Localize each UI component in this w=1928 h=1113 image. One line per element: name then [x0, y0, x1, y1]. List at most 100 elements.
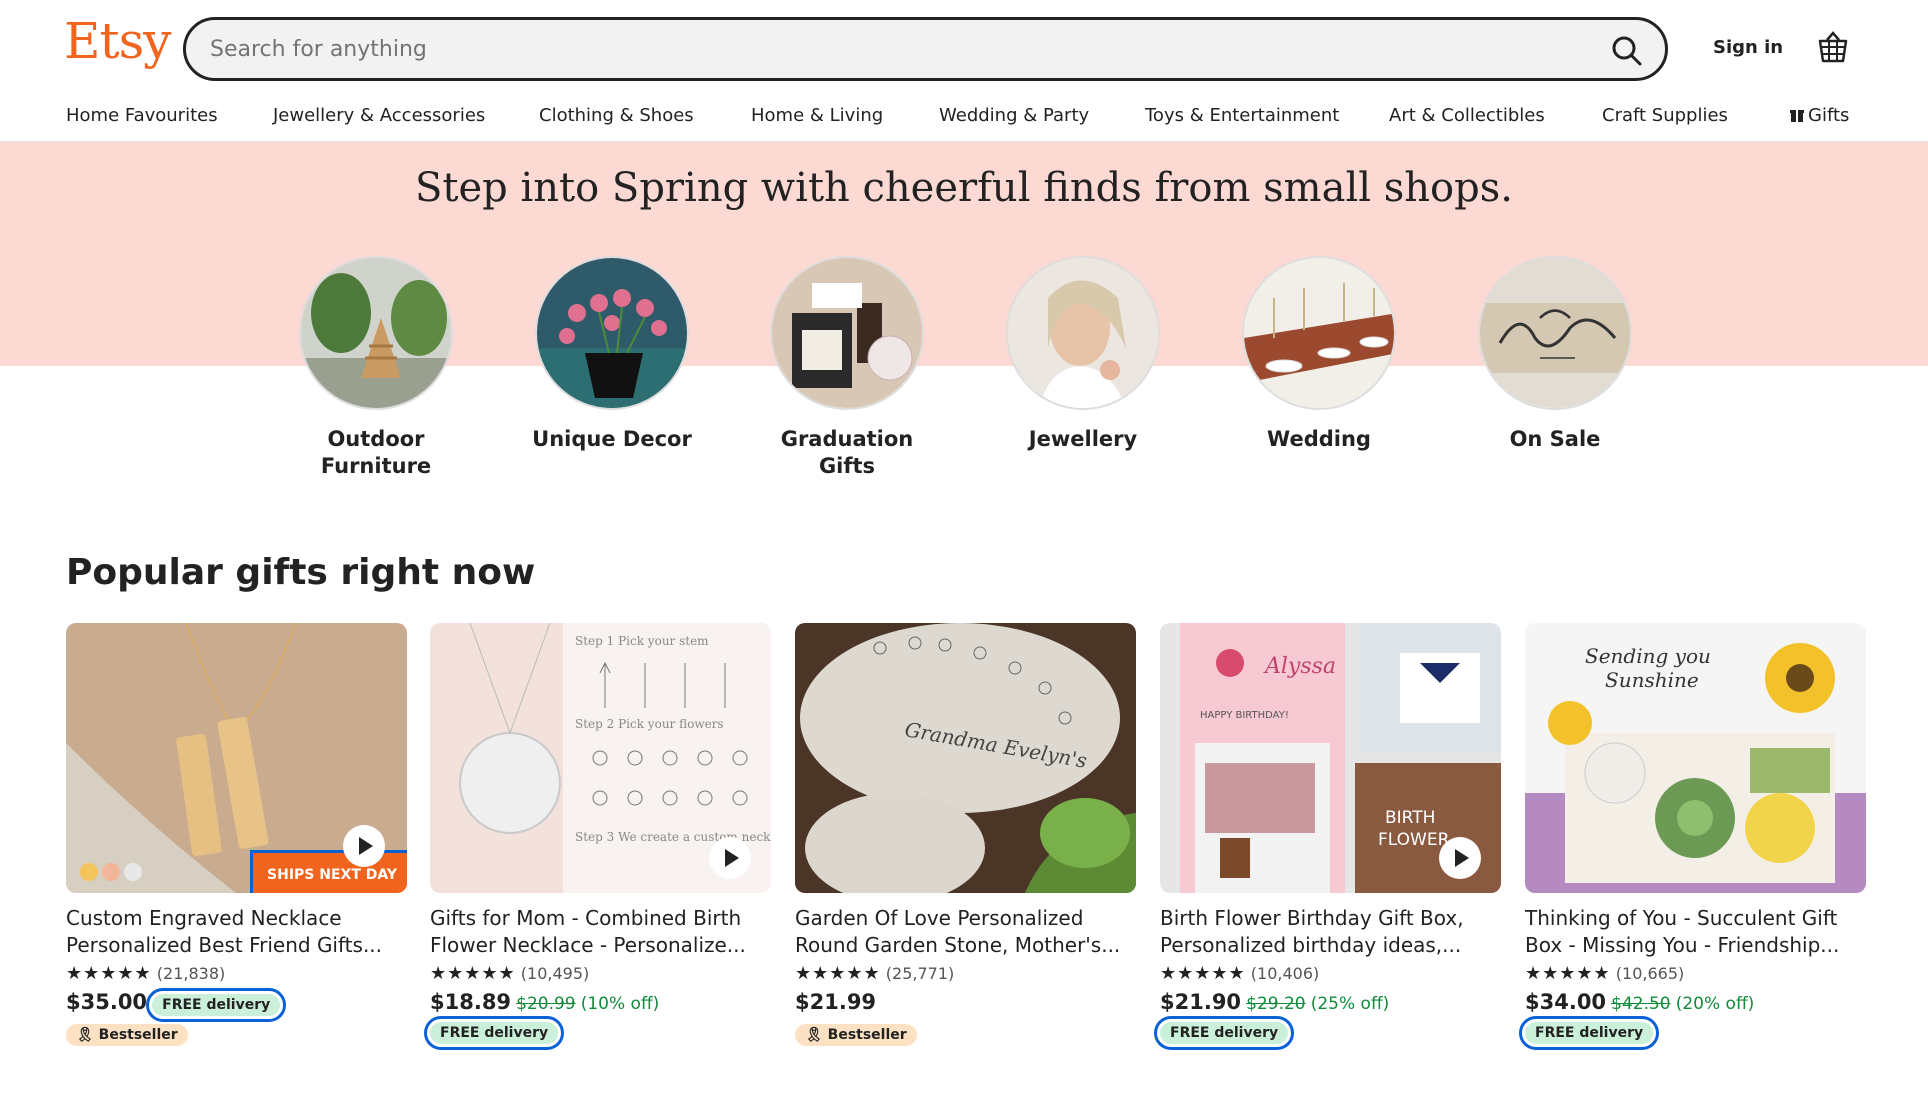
product-rating: ★★★★★ (10,406)	[1160, 963, 1501, 987]
play-video-icon[interactable]	[709, 837, 751, 879]
category-label: Outdoor Furniture	[320, 427, 432, 478]
svg-text:FLOWER: FLOWER	[1378, 830, 1450, 850]
product-title[interactable]: Garden Of Love Personalized Round Garden…	[795, 905, 1136, 959]
color-swatches[interactable]	[80, 863, 146, 885]
svg-text:HAPPY BIRTHDAY!: HAPPY BIRTHDAY!	[1200, 710, 1289, 721]
nav-gifts-label: Gifts	[1808, 105, 1850, 126]
category-image	[299, 256, 453, 410]
nav-gifts[interactable]: Gifts	[1790, 105, 1849, 128]
category-label: Unique Decor	[532, 427, 692, 451]
original-price: $20.99	[516, 994, 576, 1014]
category-label: Jewellery	[1028, 427, 1138, 451]
stars-icon: ★★★★★	[795, 963, 881, 984]
section-title: Popular gifts right now	[66, 552, 536, 593]
svg-text:Step 2 Pick your flowers: Step 2 Pick your flowers	[575, 717, 724, 731]
category-on-sale[interactable]: On Sale	[1465, 256, 1645, 453]
product-price: $34.00	[1525, 990, 1607, 1014]
category-graduation-gifts[interactable]: Graduation Gifts	[757, 256, 937, 480]
play-video-icon[interactable]	[343, 825, 385, 867]
free-delivery-badge: FREE delivery	[146, 988, 287, 1022]
product-price: $35.00	[66, 990, 148, 1014]
category-image	[770, 256, 924, 410]
free-delivery-badge: FREE delivery	[1153, 1016, 1295, 1050]
search-icon[interactable]	[1609, 33, 1645, 69]
bestseller-badge: 🎗 Bestseller	[795, 1024, 917, 1046]
product-image[interactable]: Step 1 Pick your stem Step 2 Pick your fl…	[430, 623, 771, 893]
category-wedding[interactable]: Wedding	[1229, 256, 1409, 453]
product-price: $21.99	[795, 990, 877, 1014]
product-card[interactable]: Grandma Evelyn's Garden Of Love Personal…	[795, 623, 1136, 1046]
stars-icon: ★★★★★	[1160, 963, 1246, 984]
category-nav: Home Favourites Jewellery & Accessories …	[0, 100, 1928, 142]
nav-art-collectibles[interactable]: Art & Collectibles	[1389, 105, 1545, 126]
product-card[interactable]: BIRTH FLOWER Alyssa HAPPY BIRTHDAY! Birth F…	[1153, 623, 1501, 1050]
free-delivery-badge: FREE delivery	[423, 1016, 565, 1050]
nav-jewellery-accessories[interactable]: Jewellery & Accessories	[273, 105, 485, 126]
discount: (25% off)	[1310, 994, 1390, 1014]
svg-text:Step 1 Pick your stem: Step 1 Pick your stem	[575, 634, 709, 648]
product-title[interactable]: Thinking of You - Succulent Gift Box - M…	[1525, 905, 1866, 959]
search-bar[interactable]	[183, 17, 1668, 81]
swatch[interactable]	[80, 863, 98, 881]
review-count: (10,665)	[1615, 964, 1685, 983]
gift-icon	[1790, 107, 1804, 128]
category-label: On Sale	[1509, 427, 1601, 451]
product-image[interactable]: SHIPS NEXT DAY	[66, 623, 407, 893]
review-count: (21,838)	[156, 964, 226, 983]
product-card[interactable]: Step 1 Pick your stem Step 2 Pick your fl…	[423, 623, 771, 1050]
play-video-icon[interactable]	[1439, 837, 1481, 879]
product-card[interactable]: Sending you Sunshine Thinking of You - Su…	[1518, 623, 1866, 1050]
product-rating: ★★★★★ (25,771)	[795, 963, 1136, 987]
product-image[interactable]: BIRTH FLOWER Alyssa HAPPY BIRTHDAY!	[1160, 623, 1501, 893]
price-row: $34.00 $42.50 (20% off)	[1525, 990, 1866, 1018]
review-count: (25,771)	[885, 964, 955, 983]
price-row: $21.90 $29.20 (25% off)	[1160, 990, 1501, 1018]
discount: (20% off)	[1675, 994, 1755, 1014]
price-row: $21.99	[795, 990, 1136, 1018]
banner-title: Step into Spring with cheerful finds fro…	[415, 165, 1513, 211]
sign-in-link[interactable]: Sign in	[1713, 37, 1783, 58]
discount: (10% off)	[580, 994, 660, 1014]
category-unique-decor[interactable]: Unique Decor	[522, 256, 702, 453]
nav-home-living[interactable]: Home & Living	[751, 105, 883, 126]
etsy-logo[interactable]: Etsy	[64, 12, 171, 70]
product-title[interactable]: Custom Engraved Necklace Personalized Be…	[66, 905, 407, 959]
product-title[interactable]: Gifts for Mom - Combined Birth Flower Ne…	[430, 905, 771, 959]
review-count: (10,406)	[1250, 964, 1320, 983]
header: Etsy Sign in	[0, 0, 1928, 100]
stars-icon: ★★★★★	[1525, 963, 1611, 984]
product-rating: ★★★★★ (10,665)	[1525, 963, 1866, 987]
nav-home-favourites[interactable]: Home Favourites	[66, 105, 218, 126]
product-card[interactable]: SHIPS NEXT DAY Custom Engraved Necklace …	[66, 623, 407, 1046]
category-label: Graduation Gifts	[780, 427, 914, 478]
product-rating: ★★★★★ (10,495)	[430, 963, 771, 987]
original-price: $29.20	[1246, 994, 1306, 1014]
search-input[interactable]	[210, 34, 1510, 64]
product-image[interactable]: Grandma Evelyn's	[795, 623, 1136, 893]
bestseller-label: Bestseller	[98, 1027, 178, 1043]
category-image	[1242, 256, 1396, 410]
category-label: Wedding	[1267, 427, 1371, 451]
category-outdoor-furniture[interactable]: Outdoor Furniture	[286, 256, 466, 480]
svg-text:Alyssa: Alyssa	[1263, 654, 1336, 679]
swatch[interactable]	[124, 863, 142, 881]
swatch[interactable]	[102, 863, 120, 881]
category-image	[535, 256, 689, 410]
bestseller-label: Bestseller	[827, 1027, 907, 1043]
nav-craft-supplies[interactable]: Craft Supplies	[1602, 105, 1728, 126]
category-image	[1006, 256, 1160, 410]
product-price: $21.90	[1160, 990, 1242, 1014]
product-title[interactable]: Birth Flower Birthday Gift Box, Personal…	[1160, 905, 1501, 959]
product-image[interactable]: Sending you Sunshine	[1525, 623, 1866, 893]
ships-next-day-badge: SHIPS NEXT DAY	[250, 850, 407, 893]
category-image	[1478, 256, 1632, 410]
bestseller-badge: 🎗 Bestseller	[66, 1024, 188, 1046]
stars-icon: ★★★★★	[66, 963, 152, 984]
nav-wedding-party[interactable]: Wedding & Party	[939, 105, 1089, 126]
cart-icon[interactable]	[1816, 29, 1850, 65]
nav-toys-entertainment[interactable]: Toys & Entertainment	[1145, 105, 1339, 126]
category-jewellery[interactable]: Jewellery	[993, 256, 1173, 453]
original-price: $42.50	[1611, 994, 1671, 1014]
review-count: (10,495)	[520, 964, 590, 983]
nav-clothing-shoes[interactable]: Clothing & Shoes	[539, 105, 694, 126]
